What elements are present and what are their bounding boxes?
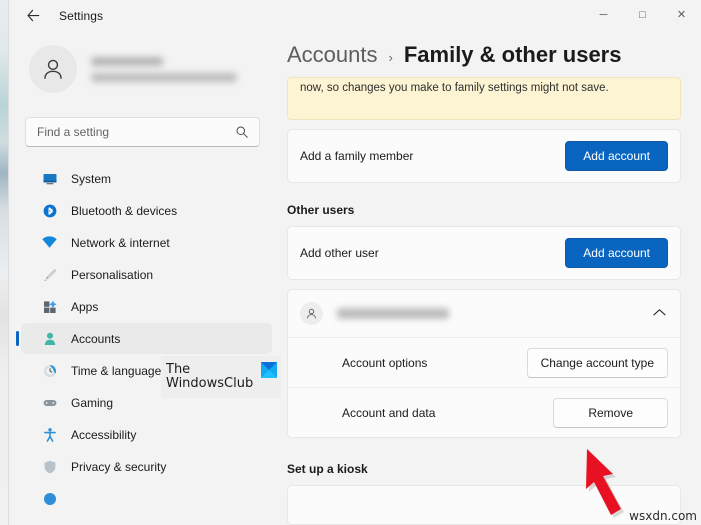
shield-icon [41,458,58,475]
sidebar-item-partial[interactable] [21,483,272,514]
sidebar-item-apps[interactable]: Apps [21,291,272,322]
sidebar-item-bluetooth-devices[interactable]: Bluetooth & devices [21,195,272,226]
user-email-redacted [337,308,449,319]
kiosk-card [287,485,681,525]
accessibility-icon [41,426,58,443]
sidebar-item-privacy-security[interactable]: Privacy & security [21,451,272,482]
window-title: Settings [59,9,103,23]
sidebar-item-label: Apps [71,300,98,314]
user-account-expander: Account options Change account type Acco… [287,289,681,438]
clock-icon [41,362,58,379]
maximize-icon: □ [639,10,646,21]
profile-text [91,57,237,82]
sidebar-item-personalisation[interactable]: Personalisation [21,259,272,290]
settings-window: Settings ─ □ ✕ [0,0,701,525]
sidebar-item-label: Bluetooth & devices [71,204,177,218]
avatar [29,45,77,93]
sidebar-item-label: Accessibility [71,428,136,442]
watermark-line-2: WindowsClub [166,376,253,391]
profile-email-redacted [91,73,237,82]
back-arrow-icon [26,8,41,23]
user-profile-card[interactable] [23,39,263,99]
sidebar-item-label: System [71,172,111,186]
sidebar-item-label: Gaming [71,396,113,410]
title-bar: Settings ─ □ ✕ [9,0,701,31]
paintbrush-icon [41,266,58,283]
settings-scroll-area[interactable]: now, so changes you make to family setti… [281,77,701,525]
desktop-background-sliver [0,0,8,525]
add-other-user-card: Add other user Add account [287,226,681,280]
account-and-data-row: Account and data Remove [288,387,680,437]
sidebar-item-label: Personalisation [71,268,153,282]
sidebar-item-label: Privacy & security [71,460,166,474]
chevron-up-icon[interactable] [653,308,666,320]
bluetooth-icon [41,202,58,219]
add-family-account-button[interactable]: Add account [565,141,668,171]
page-title: Family & other users [404,42,622,68]
minimize-button[interactable]: ─ [584,0,623,31]
maximize-button[interactable]: □ [623,0,662,31]
windows-update-icon [41,490,58,507]
family-warning-banner: now, so changes you make to family setti… [287,77,681,120]
chevron-right-icon: › [389,50,393,65]
breadcrumb: Accounts › Family & other users [287,42,701,68]
content-pane: Accounts › Family & other users now, so … [281,31,701,525]
banner-text: now, so changes you make to family setti… [300,82,609,94]
sidebar-item-accessibility[interactable]: Accessibility [21,419,272,450]
sidebar-item-label: Network & internet [71,236,170,250]
kiosk-heading: Set up a kiosk [287,462,701,476]
account-options-row: Account options Change account type [288,337,680,387]
profile-name-redacted [91,57,163,66]
search-input[interactable] [37,125,222,139]
sidebar-nav-list: System Bluetooth & devices Network [9,163,280,514]
breadcrumb-parent-accounts[interactable]: Accounts [287,42,378,68]
sidebar-item-label: Time & language [71,364,161,378]
windowsclub-logo-icon [261,362,277,378]
monitor-icon [41,170,58,187]
change-account-type-button[interactable]: Change account type [527,348,668,378]
user-account-row[interactable] [288,290,680,337]
sidebar-item-system[interactable]: System [21,163,272,194]
back-button[interactable] [17,2,49,30]
wifi-icon [41,234,58,251]
account-options-label: Account options [342,356,427,370]
add-other-user-button[interactable]: Add account [565,238,668,268]
caption-button-group: ─ □ ✕ [584,0,701,31]
person-badge-icon [41,330,58,347]
person-icon [40,56,66,82]
add-other-user-label: Add other user [300,246,379,260]
person-icon [300,302,323,325]
close-button[interactable]: ✕ [662,0,701,31]
watermark-text: The WindowsClub [166,363,253,391]
apps-icon [41,298,58,315]
remove-account-button[interactable]: Remove [553,398,668,428]
watermark-line-1: The [166,363,253,377]
windowsclub-watermark: The WindowsClub [161,356,281,398]
sidebar: System Bluetooth & devices Network [9,31,280,525]
search-box[interactable] [25,117,260,147]
sidebar-item-label: Accounts [71,332,120,346]
add-family-member-label: Add a family member [300,149,413,163]
wsxdn-watermark: wsxdn.com [629,509,697,523]
close-icon: ✕ [677,10,686,21]
sidebar-item-accounts[interactable]: Accounts [21,323,272,354]
other-users-heading: Other users [287,203,701,217]
gamepad-icon [41,394,58,411]
account-and-data-label: Account and data [342,406,435,420]
add-family-member-card: Add a family member Add account [287,129,681,183]
minimize-icon: ─ [600,10,608,21]
sidebar-item-network-internet[interactable]: Network & internet [21,227,272,258]
search-icon [235,125,249,144]
